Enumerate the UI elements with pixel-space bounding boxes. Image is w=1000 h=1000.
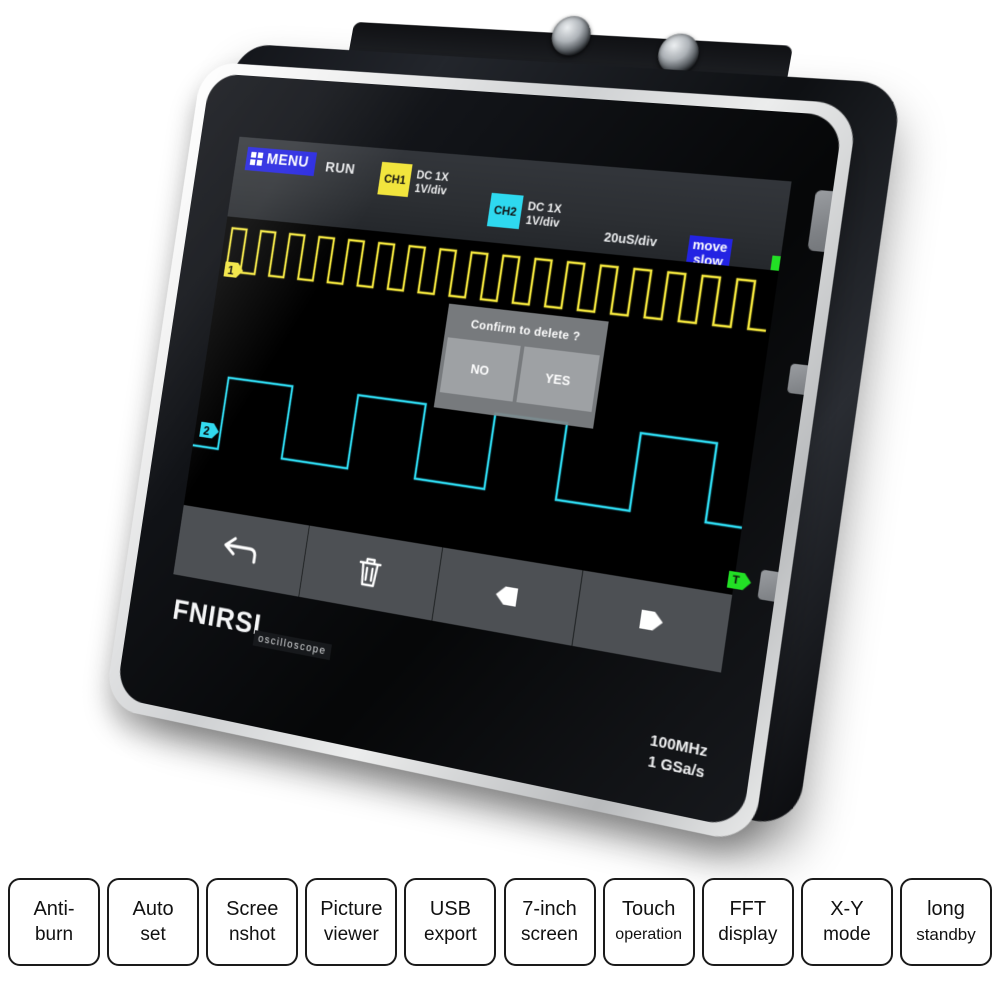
screenshot-stage: MENU RUN CH1 DC 1X 1V/div CH2 DC 1X 1V/d… bbox=[0, 0, 1000, 1000]
ch1-scale: 1V/div bbox=[413, 181, 448, 198]
feature-line2: display bbox=[718, 924, 778, 945]
feature-badges: Anti- burn Auto set Scree nshot Picture … bbox=[0, 878, 1000, 966]
feature-line2: nshot bbox=[228, 924, 276, 945]
feature-badge: FFT display bbox=[701, 878, 794, 966]
feature-line1: Anti- bbox=[33, 898, 75, 920]
bandwidth-spec: 100MHz bbox=[648, 731, 709, 761]
menu-button[interactable]: MENU bbox=[244, 146, 318, 177]
ch2-chip[interactable]: CH2 bbox=[486, 192, 524, 230]
feature-line1: USB bbox=[429, 898, 471, 920]
dialog-title: Confirm to delete ? bbox=[469, 317, 582, 344]
ch2-ground-marker[interactable]: 2 bbox=[199, 421, 214, 439]
trash-icon bbox=[353, 553, 385, 591]
feature-badge: Picture viewer bbox=[305, 878, 398, 966]
feature-badge: USB export bbox=[404, 878, 497, 966]
ch1-ground-marker[interactable]: 1 bbox=[223, 261, 239, 278]
feature-badge: Touch operation bbox=[602, 878, 695, 966]
dialog-yes-button[interactable]: YES bbox=[516, 346, 600, 413]
feature-badge: Scree nshot bbox=[206, 878, 299, 966]
feature-line2: burn bbox=[34, 924, 74, 945]
move-slow-button[interactable]: move slow bbox=[685, 235, 733, 273]
feature-line1: 7-inch bbox=[522, 898, 577, 920]
feature-line1: Touch bbox=[621, 898, 676, 920]
menu-button-label: MENU bbox=[265, 151, 310, 171]
right-arrow-icon bbox=[638, 609, 664, 633]
feature-line1: Picture bbox=[320, 898, 383, 920]
back-arrow-icon bbox=[218, 531, 262, 570]
feature-line2: operation bbox=[615, 926, 683, 943]
bnc-connector-ch1[interactable] bbox=[548, 15, 594, 57]
feature-line1: Scree bbox=[226, 898, 279, 920]
move-slow-line1: move bbox=[691, 236, 729, 256]
feature-line2: mode bbox=[823, 924, 871, 945]
run-status[interactable]: RUN bbox=[324, 159, 356, 178]
feature-line1: X-Y bbox=[830, 898, 864, 920]
move-slow-line2: slow bbox=[692, 251, 724, 270]
brand-logo: FNIRSI bbox=[170, 593, 264, 642]
sample-rate-spec: 1 GSa/s bbox=[646, 752, 706, 782]
product-type-label: oscilloscope bbox=[252, 630, 332, 661]
feature-line2: set bbox=[140, 924, 166, 945]
dialog-buttons: NO YES bbox=[439, 337, 600, 413]
grid-icon bbox=[249, 151, 264, 166]
feature-line1: long bbox=[927, 898, 965, 920]
feature-line1: Auto bbox=[132, 898, 174, 920]
trigger-badge[interactable]: T bbox=[768, 255, 792, 290]
feature-line1: FFT bbox=[729, 898, 767, 920]
feature-badge: 7-inch screen bbox=[503, 878, 596, 966]
waveform-svg bbox=[173, 216, 778, 672]
ch2-trigger-marker[interactable]: T bbox=[726, 570, 745, 591]
waveform-plot-area[interactable]: 1 2 bbox=[173, 216, 779, 673]
feature-badge: X-Y mode bbox=[800, 878, 893, 966]
feature-line2: export bbox=[424, 924, 477, 945]
feature-line2: viewer bbox=[323, 924, 379, 945]
feature-badge: Anti- burn bbox=[8, 878, 100, 966]
oscilloscope-device: MENU RUN CH1 DC 1X 1V/div CH2 DC 1X 1V/d… bbox=[91, 15, 916, 897]
ch1-settings[interactable]: DC 1X 1V/div bbox=[414, 168, 450, 198]
feature-badge: Auto set bbox=[107, 878, 200, 966]
ch1-chip[interactable]: CH1 bbox=[377, 161, 413, 198]
device-specs: 100MHz 1 GSa/s bbox=[646, 731, 709, 784]
feature-line2: screen bbox=[521, 924, 579, 945]
feature-badge: long standby bbox=[899, 878, 992, 966]
confirm-delete-dialog[interactable]: Confirm to delete ? NO YES bbox=[433, 303, 609, 429]
feature-line2: standby bbox=[916, 925, 976, 944]
left-arrow-icon bbox=[494, 585, 519, 607]
device-front-face: MENU RUN CH1 DC 1X 1V/div CH2 DC 1X 1V/d… bbox=[115, 73, 844, 829]
